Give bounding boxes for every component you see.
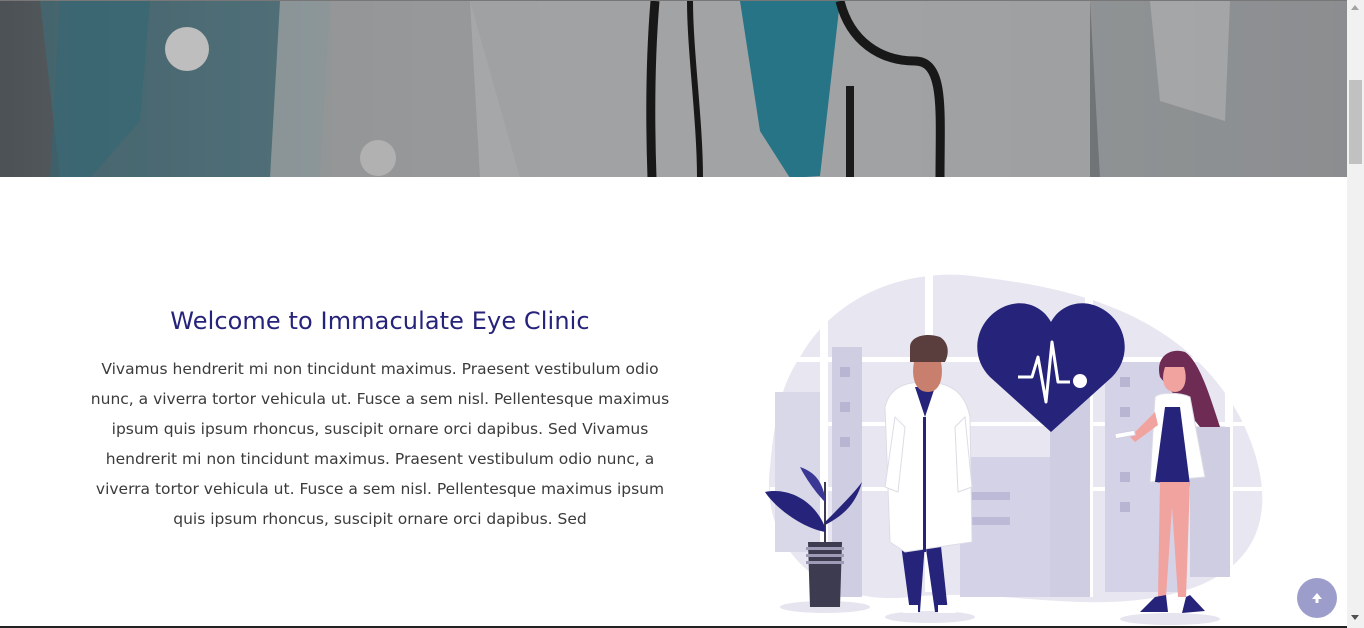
hero-banner-image — [0, 0, 1347, 178]
arrow-up-icon — [1312, 593, 1322, 603]
welcome-line: nunc, a viverra tortor vehicula ut. Fusc… — [90, 390, 670, 408]
back-to-top-button[interactable] — [1297, 578, 1337, 618]
welcome-line: ipsum quis ipsum rhoncus, suscipit ornar… — [111, 420, 649, 438]
welcome-line: hendrerit mi non tincidunt maximus. Prae… — [105, 450, 655, 468]
welcome-line: quis ipsum rhoncus, suscipit ornare orci… — [173, 510, 587, 528]
doctors-heart-illustration — [765, 272, 1270, 625]
vertical-scrollbar[interactable] — [1347, 0, 1364, 628]
welcome-line: viverra tortor vehicula ut. Fusce a sem … — [95, 480, 665, 498]
scrollbar-thumb[interactable] — [1349, 80, 1362, 164]
doctors-photo — [0, 1, 1347, 178]
welcome-section: Welcome to Immaculate Eye Clinic Vivamus… — [0, 177, 1347, 628]
scroll-down-arrow-icon[interactable] — [1351, 615, 1359, 620]
scroll-up-arrow-icon[interactable] — [1351, 5, 1359, 10]
welcome-line: Vivamus hendrerit mi non tincidunt maxim… — [101, 360, 659, 378]
welcome-title: Welcome to Immaculate Eye Clinic — [170, 307, 590, 335]
welcome-paragraph: Vivamus hendrerit mi non tincidunt maxim… — [80, 354, 680, 534]
